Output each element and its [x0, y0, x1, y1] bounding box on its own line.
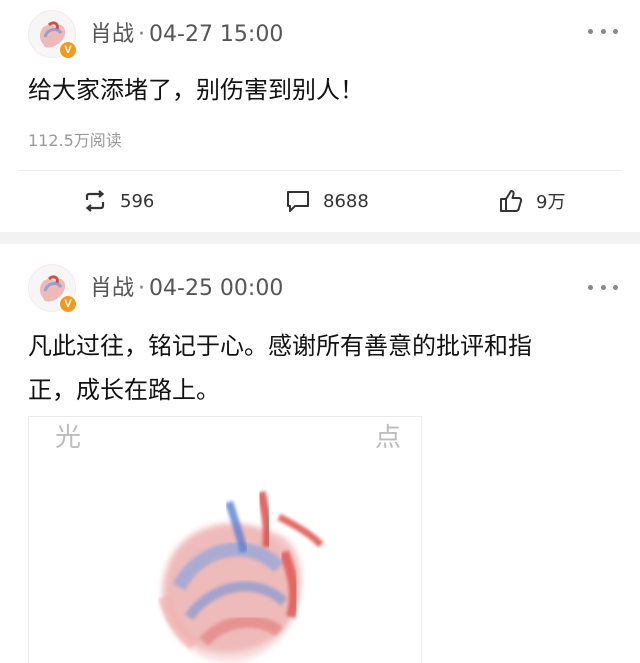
repost-icon	[85, 190, 105, 212]
author-name[interactable]: 肖战	[90, 22, 134, 47]
comment-icon	[287, 191, 309, 212]
post-date: 04-27 15:00	[149, 22, 284, 47]
thumbs-up-icon	[500, 190, 523, 212]
post-image[interactable]: 光 点	[28, 416, 422, 663]
brushstroke-heart-illustration	[158, 490, 324, 662]
feed-separator	[0, 232, 640, 244]
repost-count: 596	[120, 190, 155, 212]
like-button[interactable]: 9万	[498, 186, 565, 216]
read-count: 112.5万阅读	[28, 131, 122, 150]
weibo-post-1: V 肖战 · 04-27 15:00 给大家添堵了，别伤害到别人！ 112.5万阅读…	[0, 0, 640, 232]
post-text-line: 正，成长在路上。	[28, 376, 220, 404]
weibo-post-2: V 肖战 · 04-25 00:00 凡此过往，铭记于心。感谢所有善意的批评和指 正…	[0, 244, 640, 663]
author-name[interactable]: 肖战	[90, 276, 134, 301]
post-text: 给大家添堵了，别伤害到别人！	[28, 76, 364, 104]
separator-dot: ·	[138, 276, 146, 301]
separator-dot: ·	[138, 22, 146, 47]
post-text: 凡此过往，铭记于心。感谢所有善意的批评和指 正，成长在路上。	[28, 324, 618, 412]
post-header: 肖战 · 04-27 15:00	[90, 16, 283, 48]
comment-count: 8688	[323, 190, 369, 212]
verified-badge-icon: V	[58, 294, 78, 314]
more-options-icon[interactable]	[588, 26, 618, 36]
comment-button[interactable]: 8688	[285, 186, 369, 216]
more-options-icon[interactable]	[588, 282, 618, 292]
post-date: 04-25 00:00	[149, 276, 284, 301]
verified-badge-icon: V	[58, 40, 78, 60]
post-header: 肖战 · 04-25 00:00	[90, 270, 283, 302]
divider	[18, 170, 622, 171]
post-text-line: 凡此过往，铭记于心。感谢所有善意的批评和指	[28, 332, 532, 360]
repost-button[interactable]: 596	[82, 186, 154, 216]
like-count: 9万	[536, 192, 566, 213]
